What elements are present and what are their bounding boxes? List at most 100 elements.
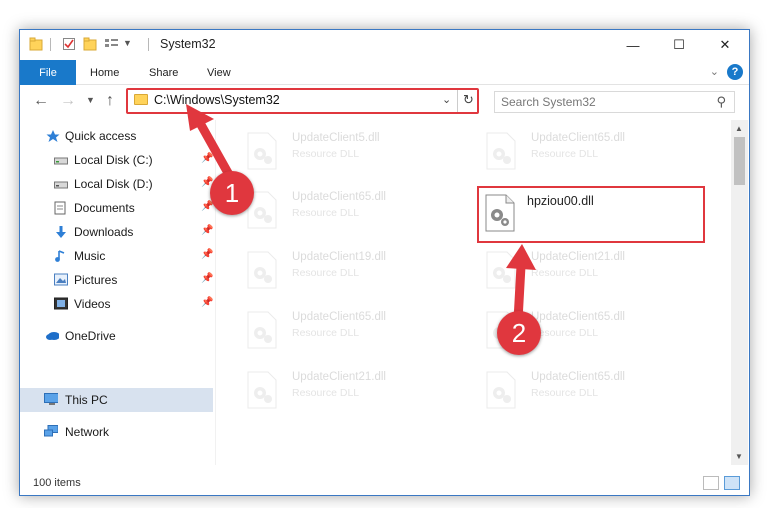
sidebar-item-pictures[interactable]: Pictures 📌 [20,268,213,292]
large-icons-view-icon[interactable] [724,476,740,490]
sidebar-item-network[interactable]: Network [20,420,213,444]
pin-icon[interactable]: 📌 [201,249,213,260]
file-name: UpdateClient65.dll [531,132,625,144]
sidebar-item-label: Downloads [74,225,134,239]
scroll-up-icon[interactable]: ▲ [735,124,743,133]
network-icon [44,425,58,437]
close-button[interactable]: ✕ [702,30,748,60]
sidebar-item-downloads[interactable]: Downloads 📌 [20,220,213,244]
callout-badge-2: 2 [497,311,541,355]
file-name: UpdateClient21.dll [292,371,386,383]
recent-locations-icon[interactable]: ▼ [86,95,95,105]
pin-icon[interactable]: 📌 [201,225,213,236]
download-icon [56,226,66,238]
pin-icon[interactable]: 📌 [201,153,213,164]
search-icon: ⚲ [716,94,726,109]
dll-file-icon [486,132,516,170]
file-item[interactable]: UpdateClient65.dll Resource DLL [465,367,685,417]
tab-file[interactable]: File [20,60,76,85]
file-type: Resource DLL [531,148,599,160]
sidebar-item-label: Local Disk (C:) [74,153,153,167]
file-item[interactable]: UpdateClient19.dll Resource DLL [226,247,446,297]
dll-file-icon [485,194,515,232]
file-name: UpdateClient65.dll [531,371,625,383]
sidebar-item-label: Music [74,249,106,263]
up-arrow-icon[interactable]: ↑ [106,92,114,110]
scroll-thumb[interactable] [734,137,745,185]
pin-icon[interactable]: 📌 [201,297,213,308]
customize-toolbar-icon[interactable] [104,37,120,51]
music-icon [55,250,65,262]
file-item[interactable]: UpdateClient5.dll Resource DLL [226,128,446,178]
file-item[interactable]: UpdateClient21.dll Resource DLL [465,247,685,297]
navigation-bar: ← → ▼ ↑ C:\Windows\System32 ⌄ ↻ Search S… [20,86,749,116]
details-view-icon[interactable] [703,476,719,490]
sidebar-item-local-disk-d[interactable]: Local Disk (D:) 📌 [20,172,213,196]
file-type: Resource DLL [292,387,360,399]
file-type: Resource DLL [531,327,599,339]
forward-arrow-icon[interactable]: → [60,92,76,110]
back-arrow-icon[interactable]: ← [33,92,49,110]
file-item[interactable]: UpdateClient65.dll Resource DLL [226,307,446,357]
address-separator [457,90,458,112]
address-bar[interactable]: C:\Windows\System32 ⌄ ↻ [126,88,479,114]
pane-divider [215,120,216,465]
pin-icon[interactable]: 📌 [201,273,213,284]
documents-icon [54,201,66,215]
tab-home[interactable]: Home [90,60,119,85]
properties-icon[interactable] [62,37,76,51]
help-icon[interactable]: ? [727,64,743,80]
sidebar-item-label: Pictures [74,273,118,287]
file-name: hpziou00.dll [527,194,594,208]
minimize-icon: — [626,37,640,53]
sidebar-item-local-disk-c[interactable]: Local Disk (C:) 📌 [20,148,213,172]
search-placeholder: Search System32 [501,95,596,109]
file-item-hpziou00[interactable]: hpziou00.dll [477,186,705,243]
sidebar-item-label: Videos [74,297,111,311]
scroll-down-icon[interactable]: ▼ [735,452,743,461]
dll-file-icon [486,371,516,409]
maximize-button[interactable]: ☐ [656,30,702,60]
folder-icon[interactable] [29,37,43,51]
file-item[interactable]: UpdateClient21.dll Resource DLL [226,367,446,417]
file-item[interactable]: UpdateClient65.dll Resource DLL [465,128,685,178]
sidebar-item-onedrive[interactable]: OneDrive [20,324,213,348]
sidebar-item-documents[interactable]: Documents 📌 [20,196,213,220]
sidebar-item-quick-access[interactable]: Quick access [20,124,213,148]
new-folder-icon[interactable] [83,37,97,51]
dll-file-icon [486,251,516,289]
sidebar-item-this-pc[interactable]: This PC [20,388,213,412]
window-title: System32 [160,37,216,51]
file-name: UpdateClient65.dll [292,191,386,203]
sidebar-item-label: Documents [74,201,135,215]
refresh-icon[interactable]: ↻ [463,92,474,108]
sidebar-item-videos[interactable]: Videos 📌 [20,292,213,316]
file-type: Resource DLL [531,387,599,399]
expand-ribbon-icon[interactable]: ⌄ [710,65,719,78]
tab-share[interactable]: Share [149,60,178,85]
sidebar-item-label: Quick access [65,129,137,143]
file-list: UpdateClient5.dll Resource DLL UpdateCli… [221,120,731,465]
chevron-down-icon[interactable]: ▼ [123,38,132,48]
file-type: Resource DLL [292,267,360,279]
file-name: UpdateClient21.dll [531,251,625,263]
vertical-scrollbar[interactable]: ▲ ▼ [731,120,748,465]
drive-icon [54,181,68,189]
title-separator [50,38,51,51]
folder-icon [134,94,148,105]
item-count: 100 items [33,477,81,489]
dll-file-icon [247,371,277,409]
drive-icon [54,157,68,165]
file-type: Resource DLL [531,267,599,279]
address-dropdown-icon[interactable]: ⌄ [442,93,451,106]
pictures-icon [54,273,68,286]
search-input[interactable]: Search System32 ⚲ [494,91,735,113]
file-item[interactable]: UpdateClient65.dll Resource DLL [226,187,446,237]
dll-file-icon [247,311,277,349]
minimize-button[interactable]: — [610,30,656,60]
computer-icon [44,393,58,405]
tab-view[interactable]: View [207,60,231,85]
sidebar-item-music[interactable]: Music 📌 [20,244,213,268]
file-name: UpdateClient65.dll [292,311,386,323]
callout-badge-1: 1 [210,171,254,215]
